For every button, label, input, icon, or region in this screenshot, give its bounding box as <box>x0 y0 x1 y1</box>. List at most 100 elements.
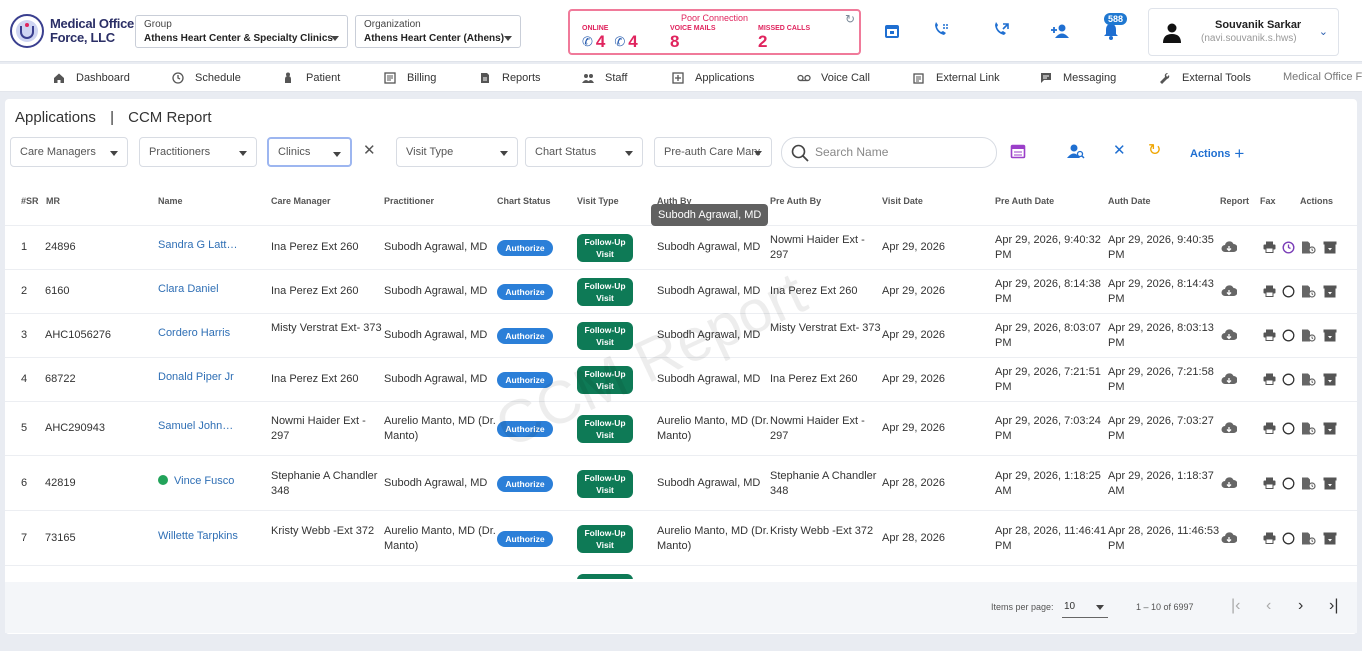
col-name[interactable]: Name <box>158 196 183 206</box>
user-menu[interactable]: Souvanik Sarkar (navi.souvanik.s.hws) ⌄ <box>1148 8 1339 56</box>
status-circle-icon[interactable] <box>1282 285 1295 298</box>
nav-item-billing[interactable]: Billing <box>383 71 436 85</box>
cell-name[interactable]: Sandra G Latt… <box>158 238 266 253</box>
clear-filters-icon[interactable]: ✕ <box>1113 141 1126 159</box>
voicemail-stat[interactable]: VOICE MAILS 8 <box>670 25 716 51</box>
refresh-icon[interactable]: ↻ <box>845 12 855 26</box>
clinics-filter[interactable]: Clinics <box>267 137 352 167</box>
col-sr[interactable]: #SR <box>21 196 39 206</box>
status-circle-icon[interactable] <box>1282 422 1295 435</box>
cell-name[interactable]: Cordero Harris <box>158 326 266 341</box>
file-history-icon[interactable] <box>1301 532 1316 545</box>
col-practitioner[interactable]: Practitioner <box>384 196 434 206</box>
status-circle-icon[interactable] <box>1282 373 1295 386</box>
search-box[interactable] <box>781 137 997 168</box>
nav-item-staff[interactable]: Staff <box>581 71 627 85</box>
table-row[interactable]: 2 6160 Clara Daniel Ina Perez Ext 260 Su… <box>5 269 1357 313</box>
download-cloud-icon[interactable] <box>1221 422 1237 434</box>
print-icon[interactable] <box>1263 329 1276 341</box>
download-cloud-icon[interactable] <box>1221 241 1237 253</box>
col-report[interactable]: Report <box>1220 196 1249 206</box>
user-search-icon[interactable] <box>1067 143 1085 162</box>
archive-icon[interactable] <box>1323 532 1337 545</box>
col-fax[interactable]: Fax <box>1260 196 1276 206</box>
company-logo[interactable]: Medical Office Force, LLC <box>10 14 134 48</box>
table-row[interactable]: 5 AHC290943 Samuel John… Nowmi Haider Ex… <box>5 401 1357 455</box>
cell-name[interactable]: Willette Tarpkins <box>158 529 266 544</box>
download-cloud-icon[interactable] <box>1221 285 1237 297</box>
next-page-icon[interactable]: › <box>1298 597 1303 615</box>
table-row[interactable]: 4 68722 Donald Piper Jr Ina Perez Ext 26… <box>5 357 1357 401</box>
patient-name[interactable]: Donald Piper Jr <box>158 371 234 383</box>
previous-page-icon[interactable]: ‹ <box>1266 597 1271 615</box>
patient-name[interactable]: Willette Tarpkins <box>158 530 238 542</box>
first-page-icon[interactable]: |‹ <box>1231 597 1240 615</box>
table-row[interactable]: 6 42819 Vince Fusco Stephanie A Chandler… <box>5 455 1357 510</box>
archive-icon[interactable] <box>1323 422 1337 435</box>
cell-name[interactable]: Clara Daniel <box>158 282 266 297</box>
authorize-badge[interactable]: Authorize <box>497 421 553 437</box>
dialpad-icon[interactable] <box>930 20 952 42</box>
col-pre-auth-date[interactable]: Pre Auth Date <box>995 196 1054 206</box>
table-row[interactable]: 7 73165 Willette Tarpkins Kristy Webb -E… <box>5 510 1357 565</box>
nav-item-external-link[interactable]: External Link <box>912 71 1000 85</box>
file-history-icon[interactable] <box>1301 329 1316 342</box>
patient-name[interactable]: Sandra G Latt… <box>158 239 238 251</box>
download-cloud-icon[interactable] <box>1221 373 1237 385</box>
file-history-icon[interactable] <box>1301 422 1316 435</box>
nav-item-voice-call[interactable]: Voice Call <box>797 71 870 85</box>
archive-icon[interactable] <box>1323 329 1337 342</box>
nav-item-reports[interactable]: Reports <box>478 71 541 85</box>
status-circle-icon[interactable] <box>1282 477 1295 490</box>
archive-icon[interactable] <box>1323 285 1337 298</box>
cell-name[interactable]: Vince Fusco <box>158 474 266 489</box>
file-history-icon[interactable] <box>1301 285 1316 298</box>
col-visit-date[interactable]: Visit Date <box>882 196 923 206</box>
nav-item-medical-office[interactable]: Medical Office Fo <box>1283 71 1362 83</box>
nav-item-schedule[interactable]: Schedule <box>171 71 241 85</box>
col-visit-type[interactable]: Visit Type <box>577 196 619 206</box>
print-icon[interactable] <box>1263 285 1276 297</box>
file-history-icon[interactable] <box>1301 373 1316 386</box>
archive-icon[interactable] <box>1323 241 1337 254</box>
col-actions[interactable]: Actions <box>1300 196 1333 206</box>
authorize-badge[interactable]: Authorize <box>497 240 553 256</box>
download-cloud-icon[interactable] <box>1221 477 1237 489</box>
archive-icon[interactable] <box>1323 373 1337 386</box>
download-cloud-icon[interactable] <box>1221 532 1237 544</box>
table-row[interactable]: 1 24896 Sandra G Latt… Ina Perez Ext 260… <box>5 225 1357 269</box>
group-select[interactable]: Group Athens Heart Center & Specialty Cl… <box>135 15 348 48</box>
refresh-icon[interactable]: ↻ <box>1148 140 1161 160</box>
search-input[interactable] <box>815 145 985 159</box>
items-per-page-select[interactable]: 10 <box>1062 596 1108 618</box>
col-mr[interactable]: MR <box>46 196 60 206</box>
table-row[interactable]: 3 AHC1056276 Cordero Harris Misty Verstr… <box>5 313 1357 357</box>
add-contact-icon[interactable] <box>1049 20 1071 42</box>
patient-name[interactable]: Clara Daniel <box>158 283 219 295</box>
file-history-icon[interactable] <box>1301 477 1316 490</box>
authorize-badge[interactable]: Authorize <box>497 328 553 344</box>
call-forward-icon[interactable] <box>990 20 1012 42</box>
nav-item-dashboard[interactable]: Dashboard <box>52 71 130 85</box>
last-page-icon[interactable]: ›| <box>1329 597 1338 615</box>
nav-item-patient[interactable]: Patient <box>282 71 340 85</box>
col-auth-date[interactable]: Auth Date <box>1108 196 1151 206</box>
practitioners-filter[interactable]: Practitioners <box>139 137 257 167</box>
date-picker-icon[interactable] <box>1010 143 1026 162</box>
authorize-badge[interactable]: Authorize <box>497 284 553 300</box>
print-icon[interactable] <box>1263 477 1276 489</box>
preauth-care-manager-filter[interactable]: Pre-auth Care Mana <box>654 137 772 167</box>
nav-item-messaging[interactable]: Messaging <box>1039 71 1116 85</box>
clear-clinics-icon[interactable]: ✕ <box>363 141 376 159</box>
col-chart-status[interactable]: Chart Status <box>497 196 551 206</box>
archive-icon[interactable] <box>1323 477 1337 490</box>
cell-name[interactable]: Samuel John… <box>158 419 266 434</box>
nav-item-applications[interactable]: Applications <box>671 71 754 85</box>
status-circle-icon[interactable] <box>1282 329 1295 342</box>
missed-calls-stat[interactable]: MISSED CALLS 2 <box>758 25 810 51</box>
organization-select[interactable]: Organization Athens Heart Center (Athens… <box>355 15 521 48</box>
visit-type-filter[interactable]: Visit Type <box>396 137 518 167</box>
care-managers-filter[interactable]: Care Managers <box>10 137 128 167</box>
print-icon[interactable] <box>1263 422 1276 434</box>
col-pre-auth-by[interactable]: Pre Auth By <box>770 196 821 206</box>
